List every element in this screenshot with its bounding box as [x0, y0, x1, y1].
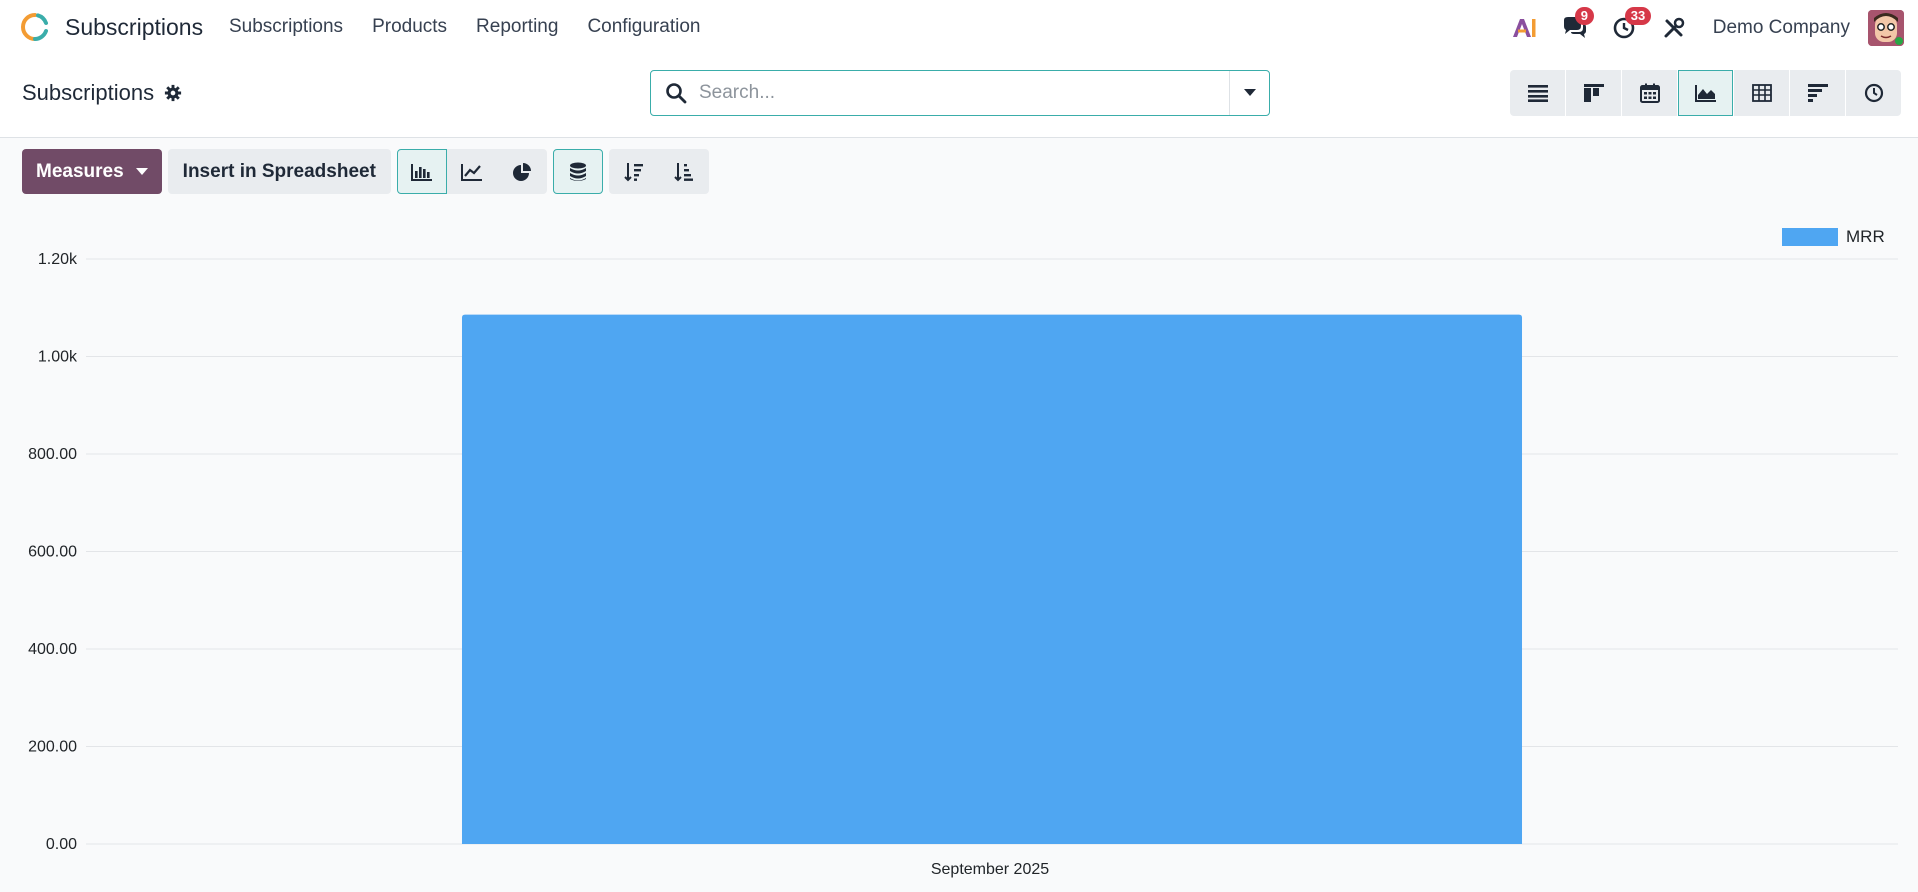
y-tick-label: 600.00 [28, 544, 77, 561]
y-tick-label: 200.00 [28, 739, 77, 756]
x-tick-label: September 2025 [931, 861, 1049, 878]
table-icon [1751, 84, 1772, 102]
search-box [650, 70, 1270, 116]
calendar-icon [1639, 83, 1660, 103]
search-options-toggle[interactable] [1229, 71, 1269, 115]
app-logo-icon[interactable] [20, 12, 50, 42]
sort-ascending-button[interactable] [658, 149, 709, 194]
messages-icon[interactable]: 9 [1561, 7, 1594, 41]
pivot-view-button[interactable] [1734, 70, 1789, 116]
menu-item-subscriptions[interactable]: Subscriptions [229, 16, 343, 38]
chart-type-group [396, 149, 547, 194]
systray: 9 33 Demo Company [1487, 7, 1904, 48]
tools-icon[interactable] [1661, 15, 1687, 41]
bar-chart-button[interactable] [396, 149, 447, 194]
search-input[interactable] [699, 82, 1209, 104]
stacked-button[interactable] [552, 149, 603, 194]
kanban-view-button[interactable] [1566, 70, 1621, 116]
measures-button[interactable]: Measures [22, 149, 162, 194]
y-tick-label: 1.00k [38, 349, 78, 366]
calendar-view-button[interactable] [1622, 70, 1677, 116]
bar-chart-icon [410, 163, 432, 181]
pie-chart-icon [512, 162, 531, 181]
ai-icon[interactable] [1511, 15, 1537, 41]
search-icon [666, 83, 687, 104]
breadcrumb: Subscriptions [22, 80, 182, 106]
insert-in-spreadsheet-button[interactable]: Insert in Spreadsheet [167, 149, 391, 194]
menu-item-reporting[interactable]: Reporting [476, 16, 558, 38]
graph-area: 0.00 200.00 400.00 600.00 800.00 1.00k 1.20k Se… [0, 210, 1918, 892]
menu-item-configuration[interactable]: Configuration [587, 16, 700, 38]
graph-toolbar: Measures Insert in Spreadsheet [22, 149, 709, 194]
line-chart-icon [460, 163, 482, 181]
y-tick-label: 0.00 [46, 836, 77, 853]
company-switcher[interactable]: Demo Company [1713, 17, 1850, 39]
cohort-view-button[interactable] [1790, 70, 1845, 116]
list-view-button[interactable] [1510, 70, 1565, 116]
menu-item-products[interactable]: Products [372, 16, 447, 38]
clock-icon [1864, 83, 1883, 103]
page-title: Subscriptions [22, 80, 155, 105]
view-switcher [1510, 70, 1901, 116]
caret-down-icon [1243, 89, 1256, 96]
measures-label: Measures [36, 160, 124, 182]
sort-ascending-icon [674, 162, 693, 181]
main-menu: Subscriptions Products Reporting Configu… [229, 16, 729, 38]
sort-descending-button[interactable] [608, 149, 659, 194]
list-icon [1527, 85, 1548, 102]
y-tick-label: 800.00 [28, 446, 77, 463]
area-chart-icon [1694, 85, 1716, 102]
gear-icon[interactable] [164, 84, 182, 102]
graph-view-button[interactable] [1678, 70, 1733, 116]
bar-chart: 0.00 200.00 400.00 600.00 800.00 1.00k 1.20k Se… [28, 227, 1898, 878]
user-avatar[interactable] [1868, 10, 1904, 46]
activities-icon[interactable]: 33 [1611, 7, 1652, 41]
control-panel: Subscriptions [0, 56, 1918, 138]
sort-group [608, 149, 709, 194]
activity-view-button[interactable] [1846, 70, 1901, 116]
legend-swatch[interactable] [1782, 228, 1838, 246]
kanban-icon [1583, 84, 1604, 102]
cohort-icon [1807, 84, 1828, 102]
top-navbar: Subscriptions Subscriptions Products Rep… [0, 0, 1918, 56]
database-icon [569, 162, 586, 181]
activities-badge: 33 [1624, 7, 1652, 25]
stacked-group [552, 149, 603, 194]
app-name[interactable]: Subscriptions [65, 14, 203, 41]
y-tick-label: 1.20k [38, 251, 78, 268]
bar[interactable] [461, 314, 1523, 844]
sort-descending-icon [624, 162, 643, 181]
pie-chart-button[interactable] [496, 149, 547, 194]
caret-down-icon [135, 168, 148, 175]
messages-badge: 9 [1574, 7, 1594, 25]
legend-label[interactable]: MRR [1846, 227, 1885, 246]
y-tick-label: 400.00 [28, 641, 77, 658]
line-chart-button[interactable] [446, 149, 497, 194]
